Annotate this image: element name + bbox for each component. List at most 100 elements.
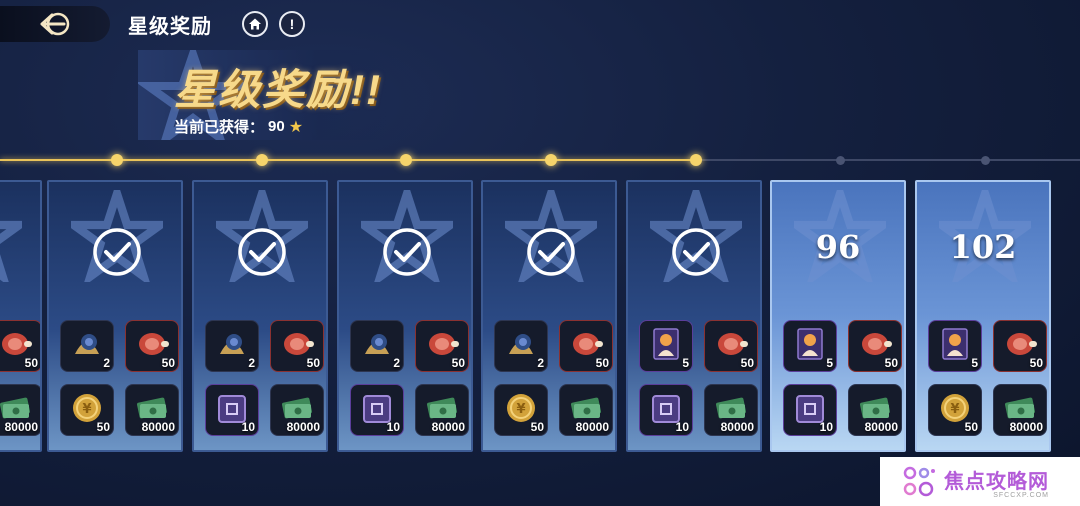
progress-node (981, 156, 990, 165)
item-quantity: 50 (451, 356, 465, 370)
reward-card-claimed[interactable]: 50 80000 (0, 180, 42, 452)
item-quantity: 50 (964, 420, 978, 434)
progress-track-remaining (696, 159, 1080, 161)
reward-item[interactable]: 50 (704, 320, 758, 372)
item-quantity: 80000 (575, 420, 609, 434)
progress-node (111, 154, 123, 166)
reward-item[interactable]: 80000 (0, 384, 40, 436)
reward-item[interactable]: 2 (60, 320, 114, 372)
progress-track (0, 152, 1080, 168)
item-quantity: 10 (386, 420, 400, 434)
item-quantity: 50 (306, 356, 320, 370)
reward-item[interactable]: 2 (350, 320, 404, 372)
reward-card-claimed[interactable]: 2 50 10 80000 (192, 180, 328, 452)
progress-node (545, 154, 557, 166)
item-quantity: 5 (682, 356, 689, 370)
snail-icon (365, 334, 389, 354)
progress-track-fill (0, 159, 696, 161)
reward-item[interactable]: 5 (783, 320, 837, 372)
character-card-icon (797, 328, 823, 360)
item-quantity: 80000 (431, 420, 465, 434)
item-quantity: 80000 (4, 420, 38, 434)
svg-text:¥: ¥ (82, 402, 91, 417)
reward-item[interactable]: 10 (639, 384, 693, 436)
current-stars-label: 当前已获得： (174, 119, 265, 136)
reward-item[interactable]: 50 (0, 320, 40, 372)
character-card-icon (942, 328, 968, 360)
reward-item[interactable]: ¥50 (928, 384, 982, 436)
page-title: 星级奖励 (128, 16, 212, 38)
item-quantity: 5 (971, 356, 978, 370)
reward-item[interactable]: 80000 (848, 384, 902, 436)
item-quantity: 80000 (286, 420, 320, 434)
reward-card-claimed[interactable]: 2 50 10 80000 (337, 180, 473, 452)
star-watermark-icon (0, 220, 22, 282)
reward-item[interactable]: 80000 (993, 384, 1047, 436)
reward-item[interactable]: 50 (559, 320, 613, 372)
header-banner: 星级奖励!! 当前已获得： 90 ★ (138, 50, 438, 140)
item-quantity: 50 (884, 356, 898, 370)
reward-card-locked[interactable]: 96 5 50 10 80000 (770, 180, 906, 452)
star-icon: ★ (288, 118, 304, 136)
reward-item[interactable]: 50 (270, 320, 324, 372)
reward-item[interactable]: ¥50 (60, 384, 114, 436)
back-button[interactable] (0, 6, 110, 42)
item-quantity: 80000 (141, 420, 175, 434)
item-quantity: 50 (1029, 356, 1043, 370)
reward-card-claimed[interactable]: 5 50 10 80000 (626, 180, 762, 452)
item-quantity: 50 (24, 356, 38, 370)
reward-item[interactable]: 50 (848, 320, 902, 372)
reward-item[interactable]: 50 (415, 320, 469, 372)
reward-item[interactable]: 2 (494, 320, 548, 372)
reward-item[interactable]: 10 (350, 384, 404, 436)
watermark-subtext: SFCCXP.COM (993, 491, 1049, 499)
snail-icon (509, 334, 533, 354)
reward-card-claimed[interactable]: 2 50 ¥50 80000 (481, 180, 617, 452)
reward-item[interactable]: 80000 (704, 384, 758, 436)
item-quantity: 50 (740, 356, 754, 370)
star-requirement: 96 (815, 228, 861, 266)
check-circle-icon (527, 228, 575, 276)
check-circle-icon (672, 228, 720, 276)
back-arrow-icon (40, 12, 70, 36)
item-quantity: 80000 (864, 420, 898, 434)
item-quantity: 2 (103, 356, 110, 370)
check-circle-icon (93, 228, 141, 276)
item-quantity: 10 (819, 420, 833, 434)
item-quantity: 50 (530, 420, 544, 434)
reward-card-claimed[interactable]: 2 50 ¥50 80000 (47, 180, 183, 452)
reward-item[interactable]: 10 (205, 384, 259, 436)
reward-item[interactable]: 80000 (125, 384, 179, 436)
reward-item[interactable]: ¥50 (494, 384, 548, 436)
reward-item[interactable]: 50 (993, 320, 1047, 372)
exclamation-icon: ! (289, 16, 295, 32)
item-quantity: 80000 (1009, 420, 1043, 434)
reward-item[interactable]: 50 (125, 320, 179, 372)
home-button[interactable] (242, 11, 268, 37)
snail-icon (220, 334, 244, 354)
progress-node (690, 154, 702, 166)
progress-node (400, 154, 412, 166)
reward-item[interactable]: 2 (205, 320, 259, 372)
item-quantity: 5 (826, 356, 833, 370)
progress-node (836, 156, 845, 165)
top-bar: 星级奖励 ! (0, 0, 1080, 48)
reward-item[interactable]: 80000 (270, 384, 324, 436)
item-quantity: 50 (161, 356, 175, 370)
svg-text:¥: ¥ (516, 402, 525, 417)
watermark-logo-icon (903, 466, 935, 496)
reward-item[interactable]: 80000 (559, 384, 613, 436)
reward-item[interactable]: 5 (928, 320, 982, 372)
check-circle-icon (0, 226, 2, 278)
reward-card-locked[interactable]: 102 5 50 ¥50 80000 (915, 180, 1051, 452)
reward-item[interactable]: 5 (639, 320, 693, 372)
watermark-text: 焦点攻略网 (944, 470, 1049, 493)
current-stars-display: 当前已获得： 90 ★ (174, 116, 303, 137)
star-requirement: 102 (949, 228, 1017, 266)
info-button[interactable]: ! (279, 11, 305, 37)
reward-item[interactable]: 80000 (415, 384, 469, 436)
item-quantity: 2 (537, 356, 544, 370)
reward-item[interactable]: 10 (783, 384, 837, 436)
item-quantity: 10 (241, 420, 255, 434)
item-quantity: 10 (675, 420, 689, 434)
